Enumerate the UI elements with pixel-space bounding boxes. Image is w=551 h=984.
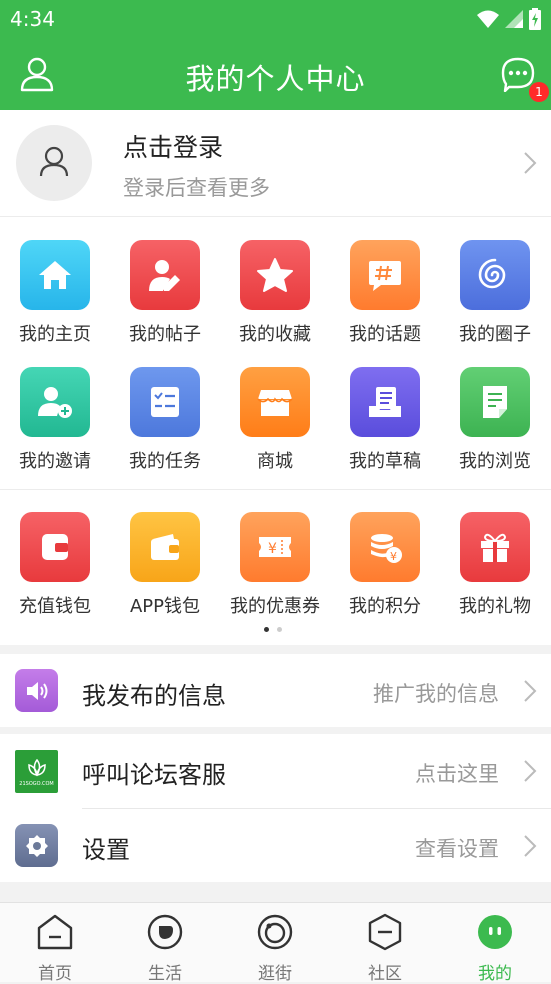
grid-item-label: 充值钱包 xyxy=(19,596,91,617)
speaker-icon xyxy=(15,669,58,712)
tab-label: 生活 xyxy=(148,964,182,984)
row-label[interactable]: 设置 xyxy=(82,830,130,865)
tab-label: 我的 xyxy=(478,964,512,984)
svg-text:¥: ¥ xyxy=(268,541,277,557)
grid-item-label: 我的任务 xyxy=(129,451,201,472)
chevron-right-icon xyxy=(524,760,537,782)
bottom-tab-bar: 首页 生活 逛街 社区 我的 xyxy=(0,902,551,984)
grid-item-label: 我的收藏 xyxy=(239,324,311,345)
life-tab-icon xyxy=(147,914,183,950)
grid-item-my-homepage[interactable]: 我的主页 xyxy=(0,240,110,360)
tab-shopping[interactable]: 逛街 xyxy=(220,913,330,984)
tab-me[interactable]: 我的 xyxy=(440,913,550,984)
star-icon xyxy=(240,240,310,310)
grid-item-my-posts[interactable]: 我的帖子 xyxy=(110,240,220,360)
spiral-icon xyxy=(460,240,530,310)
grid-item-label: 我的积分 xyxy=(349,596,421,617)
tab-label: 首页 xyxy=(38,964,72,984)
home-icon xyxy=(20,240,90,310)
grid-item-my-drafts[interactable]: 我的草稿 xyxy=(330,367,440,487)
tab-community[interactable]: 社区 xyxy=(330,913,440,984)
row-my-published-info[interactable]: 我发布的信息 推广我的信息 xyxy=(0,654,551,727)
tab-label: 逛街 xyxy=(258,964,292,984)
grid-item-label: 我的草稿 xyxy=(349,451,421,472)
grid-item-label: 我的浏览 xyxy=(459,451,531,472)
gift-icon xyxy=(460,512,530,582)
me-tab-icon xyxy=(478,915,512,949)
coupon-icon: ¥ xyxy=(240,512,310,582)
avatar[interactable] xyxy=(16,125,92,201)
grid-item-label: APP钱包 xyxy=(129,596,201,617)
grid-item-my-coupons[interactable]: ¥ 我的优惠券 xyxy=(220,512,330,632)
invite-user-icon xyxy=(20,367,90,437)
row-label[interactable]: 呼叫论坛客服 xyxy=(82,755,226,790)
community-tab-icon xyxy=(368,913,402,951)
app-wallet-icon xyxy=(130,512,200,582)
wifi-icon xyxy=(477,10,499,28)
tab-life[interactable]: 生活 xyxy=(110,913,220,984)
grid-item-label: 我的话题 xyxy=(349,324,421,345)
list-group-service: 21SOGO.COM 呼叫论坛客服 点击这里 设置 查看设置 xyxy=(0,734,551,882)
browse-doc-icon xyxy=(460,367,530,437)
tab-home[interactable]: 首页 xyxy=(0,913,110,984)
grid-item-mall[interactable]: 商城 xyxy=(220,367,330,487)
app-header: 我的个人中心 1 xyxy=(0,38,551,110)
login-card[interactable]: 点击登录 登录后查看更多 xyxy=(0,110,551,217)
message-badge: 1 xyxy=(529,82,549,102)
grid-item-my-topics[interactable]: 我的话题 xyxy=(330,240,440,360)
grid-item-app-wallet[interactable]: APP钱包 xyxy=(110,512,220,632)
status-icons xyxy=(477,8,541,30)
row-divider xyxy=(82,808,551,809)
tab-label: 社区 xyxy=(368,964,402,984)
feature-grid-primary: 我的主页 我的帖子 我的收藏 我的话题 我的圈子 我的邀请 我的任务 商城 我的… xyxy=(0,217,551,490)
page-dot xyxy=(277,627,282,632)
grid-item-label: 我的优惠券 xyxy=(230,596,320,617)
login-subtitle: 登录后查看更多 xyxy=(123,176,270,200)
grid-item-my-circles[interactable]: 我的圈子 xyxy=(440,240,550,360)
shopping-tab-icon xyxy=(257,914,293,950)
feature-grid-secondary: 充值钱包 APP钱包 ¥ 我的优惠券 ¥ 我的积分 我的礼物 xyxy=(0,490,551,645)
points-icon: ¥ xyxy=(350,512,420,582)
grid-item-label: 我的主页 xyxy=(19,324,91,345)
grid-item-recharge-wallet[interactable]: 充值钱包 xyxy=(0,512,110,632)
post-edit-icon xyxy=(130,240,200,310)
svg-text:¥: ¥ xyxy=(390,550,397,563)
chevron-right-icon xyxy=(524,835,537,857)
row-action: 推广我的信息 xyxy=(373,682,499,706)
grid-item-my-browsing[interactable]: 我的浏览 xyxy=(440,367,550,487)
task-list-icon xyxy=(130,367,200,437)
signal-icon xyxy=(505,10,523,28)
grid-item-label: 我的邀请 xyxy=(19,451,91,472)
row-label: 我发布的信息 xyxy=(82,682,226,710)
status-time: 4:34 xyxy=(10,7,55,31)
row-action[interactable]: 点击这里 xyxy=(415,758,499,788)
grid-item-label: 我的圈子 xyxy=(459,324,531,345)
forum-logo-text: 21SOGO.COM xyxy=(19,780,54,787)
home-tab-icon xyxy=(37,914,73,950)
avatar-person-icon xyxy=(39,146,69,177)
page-dot-active xyxy=(264,627,269,632)
store-icon xyxy=(240,367,310,437)
settings-icon[interactable] xyxy=(15,824,58,867)
page-indicator xyxy=(264,627,282,632)
grid-item-my-tasks[interactable]: 我的任务 xyxy=(110,367,220,487)
grid-item-my-invites[interactable]: 我的邀请 xyxy=(0,367,110,487)
grid-item-my-gifts[interactable]: 我的礼物 xyxy=(440,512,550,632)
grid-item-label: 商城 xyxy=(257,451,293,472)
hashtag-icon xyxy=(350,240,420,310)
grid-item-my-favorites[interactable]: 我的收藏 xyxy=(220,240,330,360)
status-bar: 4:34 xyxy=(0,0,551,38)
draft-icon xyxy=(350,367,420,437)
grid-item-my-points[interactable]: ¥ 我的积分 xyxy=(330,512,440,632)
grid-item-label: 我的礼物 xyxy=(459,596,531,617)
grid-item-label: 我的帖子 xyxy=(129,324,201,345)
battery-icon xyxy=(529,8,541,30)
page-title: 我的个人中心 xyxy=(185,62,366,96)
chevron-right-icon xyxy=(524,152,537,174)
wallet-icon xyxy=(20,512,90,582)
row-action[interactable]: 查看设置 xyxy=(415,833,499,863)
login-title[interactable]: 点击登录 xyxy=(123,128,223,164)
forum-logo-icon: 21SOGO.COM xyxy=(15,750,58,793)
chevron-right-icon xyxy=(524,680,537,702)
